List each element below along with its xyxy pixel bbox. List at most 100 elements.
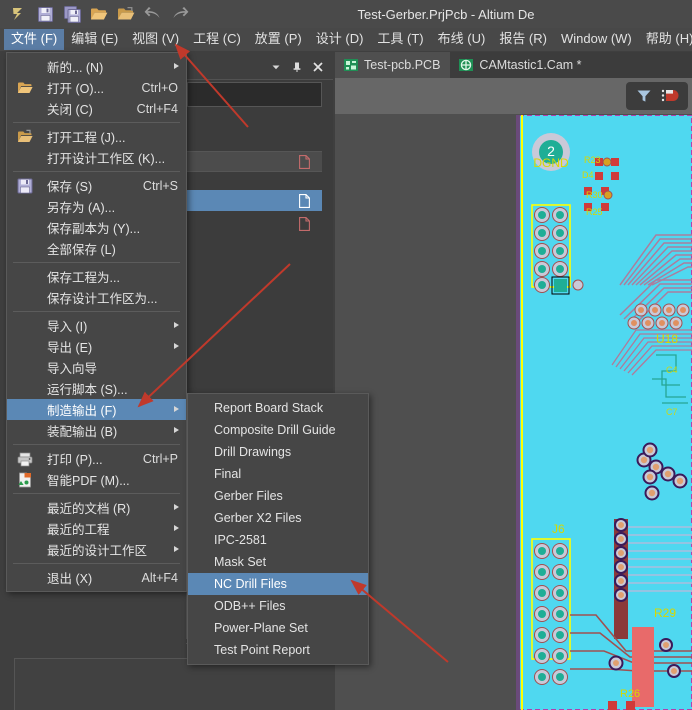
- file-menu-item-20[interactable]: 最近的文档 (R): [7, 497, 186, 518]
- submenu-arrow-icon: [174, 343, 179, 349]
- file-menu-item-10[interactable]: 保存工程为...: [7, 266, 186, 287]
- file-menu-item-18[interactable]: 打印 (P)... Ctrl+P: [7, 448, 186, 469]
- close-icon[interactable]: [312, 61, 324, 73]
- fabrication-menu-item-8[interactable]: Mask Set: [188, 551, 368, 573]
- file-menu-item-12[interactable]: 导入 (I): [7, 315, 186, 336]
- open-icon[interactable]: [89, 4, 109, 24]
- document-tab-label: Test-pcb.PCB: [364, 58, 441, 72]
- menu-project[interactable]: 工程 (C): [186, 29, 248, 50]
- fabrication-menu-item-9[interactable]: NC Drill Files: [188, 573, 368, 595]
- file-menu-item-7[interactable]: 另存为 (A)...: [7, 196, 186, 217]
- file-menu-item-label: 制造输出 (F): [47, 404, 117, 418]
- menu-separator: [13, 493, 180, 494]
- file-menu-item-6[interactable]: 保存 (S) Ctrl+S: [7, 175, 186, 196]
- file-menu-item-1[interactable]: 新的... (N): [7, 56, 186, 77]
- redo-icon[interactable]: [170, 4, 190, 24]
- net-color-override-icon[interactable]: [661, 88, 679, 104]
- editor-area: Test-pcb.PCB CAMtastic1.Cam * 2 DGND R23…: [335, 52, 692, 710]
- file-menu-item-shortcut: Alt+F4: [141, 570, 178, 585]
- fabrication-menu-item-label: Gerber X2 Files: [214, 511, 302, 525]
- svg-text:R26: R26: [620, 688, 640, 700]
- file-menu-item-9[interactable]: 全部保存 (L): [7, 238, 186, 259]
- file-menu-item-15[interactable]: 运行脚本 (S)...: [7, 378, 186, 399]
- file-menu-dropdown[interactable]: 新的... (N) 打开 (O)... Ctrl+O 关闭 (C) Ctrl+F4 打开工…: [6, 52, 187, 592]
- menu-separator: [13, 563, 180, 564]
- svg-text:R23: R23: [584, 155, 601, 165]
- file-menu-item-3[interactable]: 关闭 (C) Ctrl+F4: [7, 98, 186, 119]
- fabrication-menu-item-6[interactable]: Gerber X2 Files: [188, 507, 368, 529]
- pcb-canvas[interactable]: 2 DGND R23 D4 R30 R25 U18 J6 R29 R26 C4 …: [516, 115, 692, 710]
- menu-separator: [13, 262, 180, 263]
- file-menu-item-label: 最近的工程: [47, 523, 110, 537]
- file-menu-item-13[interactable]: 导出 (E): [7, 336, 186, 357]
- open-project-icon[interactable]: [116, 4, 136, 24]
- pin-icon[interactable]: [291, 61, 303, 73]
- file-menu-item-label: 导出 (E): [47, 341, 93, 355]
- panel-search-input[interactable]: [187, 82, 322, 107]
- menu-separator: [13, 122, 180, 123]
- file-menu-item-label: 关闭 (C): [47, 103, 93, 117]
- file-menu-item-shortcut: Ctrl+S: [142, 178, 178, 193]
- menu-tools[interactable]: 工具 (T): [370, 29, 430, 50]
- file-menu-item-label: 全部保存 (L): [47, 243, 116, 257]
- fabrication-menu-item-2[interactable]: Composite Drill Guide: [188, 419, 368, 441]
- file-menu-item-5[interactable]: 打开设计工作区 (K)...: [7, 147, 186, 168]
- menu-separator: [13, 444, 180, 445]
- file-menu-item-21[interactable]: 最近的工程: [7, 518, 186, 539]
- fabrication-menu-item-7[interactable]: IPC-2581: [188, 529, 368, 551]
- file-menu-item-16[interactable]: 制造输出 (F): [7, 399, 186, 420]
- menu-design[interactable]: 设计 (D): [309, 29, 371, 50]
- menu-help[interactable]: 帮助 (H): [639, 29, 692, 50]
- fabrication-menu-item-4[interactable]: Final: [188, 463, 368, 485]
- chevron-down-icon[interactable]: [270, 61, 282, 73]
- document-tab-2[interactable]: CAMtastic1.Cam *: [450, 52, 591, 78]
- document-tab-1[interactable]: Test-pcb.PCB: [335, 52, 451, 78]
- file-menu-item-17[interactable]: 装配输出 (B): [7, 420, 186, 441]
- fabrication-menu-item-3[interactable]: Drill Drawings: [188, 441, 368, 463]
- svg-text:R29: R29: [654, 606, 676, 620]
- svg-text:C7: C7: [666, 407, 678, 417]
- fabrication-outputs-submenu[interactable]: Report Board Stack Composite Drill Guide D…: [187, 393, 369, 665]
- svg-text:J6: J6: [552, 522, 565, 536]
- menu-reports[interactable]: 报告 (R): [492, 29, 554, 50]
- save-icon[interactable]: [35, 4, 55, 24]
- file-menu-item-label: 打开 (O)...: [47, 82, 104, 96]
- document-icon: [299, 216, 310, 231]
- svg-text:D4: D4: [582, 170, 594, 180]
- menu-route[interactable]: 布线 (U): [431, 29, 493, 50]
- fabrication-menu-item-label: NC Drill Files: [214, 577, 287, 591]
- save-all-icon[interactable]: [62, 4, 82, 24]
- panel-list-item-1[interactable]: [187, 151, 322, 172]
- menu-place[interactable]: 放置 (P): [248, 29, 309, 50]
- submenu-arrow-icon: [174, 525, 179, 531]
- fabrication-menu-item-11[interactable]: Power-Plane Set: [188, 617, 368, 639]
- file-menu-item-4[interactable]: 打开工程 (J)...: [7, 126, 186, 147]
- menu-window[interactable]: Window (W): [554, 29, 639, 50]
- menu-file[interactable]: 文件 (F): [4, 29, 65, 50]
- file-menu-item-8[interactable]: 保存副本为 (Y)...: [7, 217, 186, 238]
- undo-icon[interactable]: [143, 4, 163, 24]
- menu-view[interactable]: 视图 (V): [125, 29, 186, 50]
- file-menu-item-label: 打印 (P)...: [47, 453, 103, 467]
- file-menu-item-2[interactable]: 打开 (O)... Ctrl+O: [7, 77, 186, 98]
- file-menu-item-label: 另存为 (A)...: [47, 201, 116, 215]
- fabrication-menu-item-5[interactable]: Gerber Files: [188, 485, 368, 507]
- file-menu-item-23[interactable]: 退出 (X) Alt+F4: [7, 567, 186, 588]
- file-menu-item-label: 导入向导: [47, 362, 98, 376]
- panel-list-item-3[interactable]: [187, 213, 322, 234]
- file-menu-item-14[interactable]: 导入向导: [7, 357, 186, 378]
- altium-logo-icon[interactable]: [8, 4, 28, 24]
- menu-edit[interactable]: 编辑 (E): [64, 29, 125, 50]
- fabrication-menu-item-12[interactable]: Test Point Report: [188, 639, 368, 661]
- fabrication-menu-item-1[interactable]: Report Board Stack: [188, 397, 368, 419]
- file-menu-item-19[interactable]: 智能PDF (M)...: [7, 469, 186, 490]
- panel-header: [186, 56, 333, 77]
- camtastic-document-icon: [459, 59, 474, 71]
- panel-list-item-2[interactable]: [187, 190, 322, 211]
- filter-icon[interactable]: [636, 88, 652, 104]
- fabrication-menu-item-10[interactable]: ODB++ Files: [188, 595, 368, 617]
- file-menu-item-label: 智能PDF (M)...: [47, 474, 130, 488]
- pcb-document-icon: [344, 59, 358, 71]
- file-menu-item-11[interactable]: 保存设计工作区为...: [7, 287, 186, 308]
- file-menu-item-22[interactable]: 最近的设计工作区: [7, 539, 186, 560]
